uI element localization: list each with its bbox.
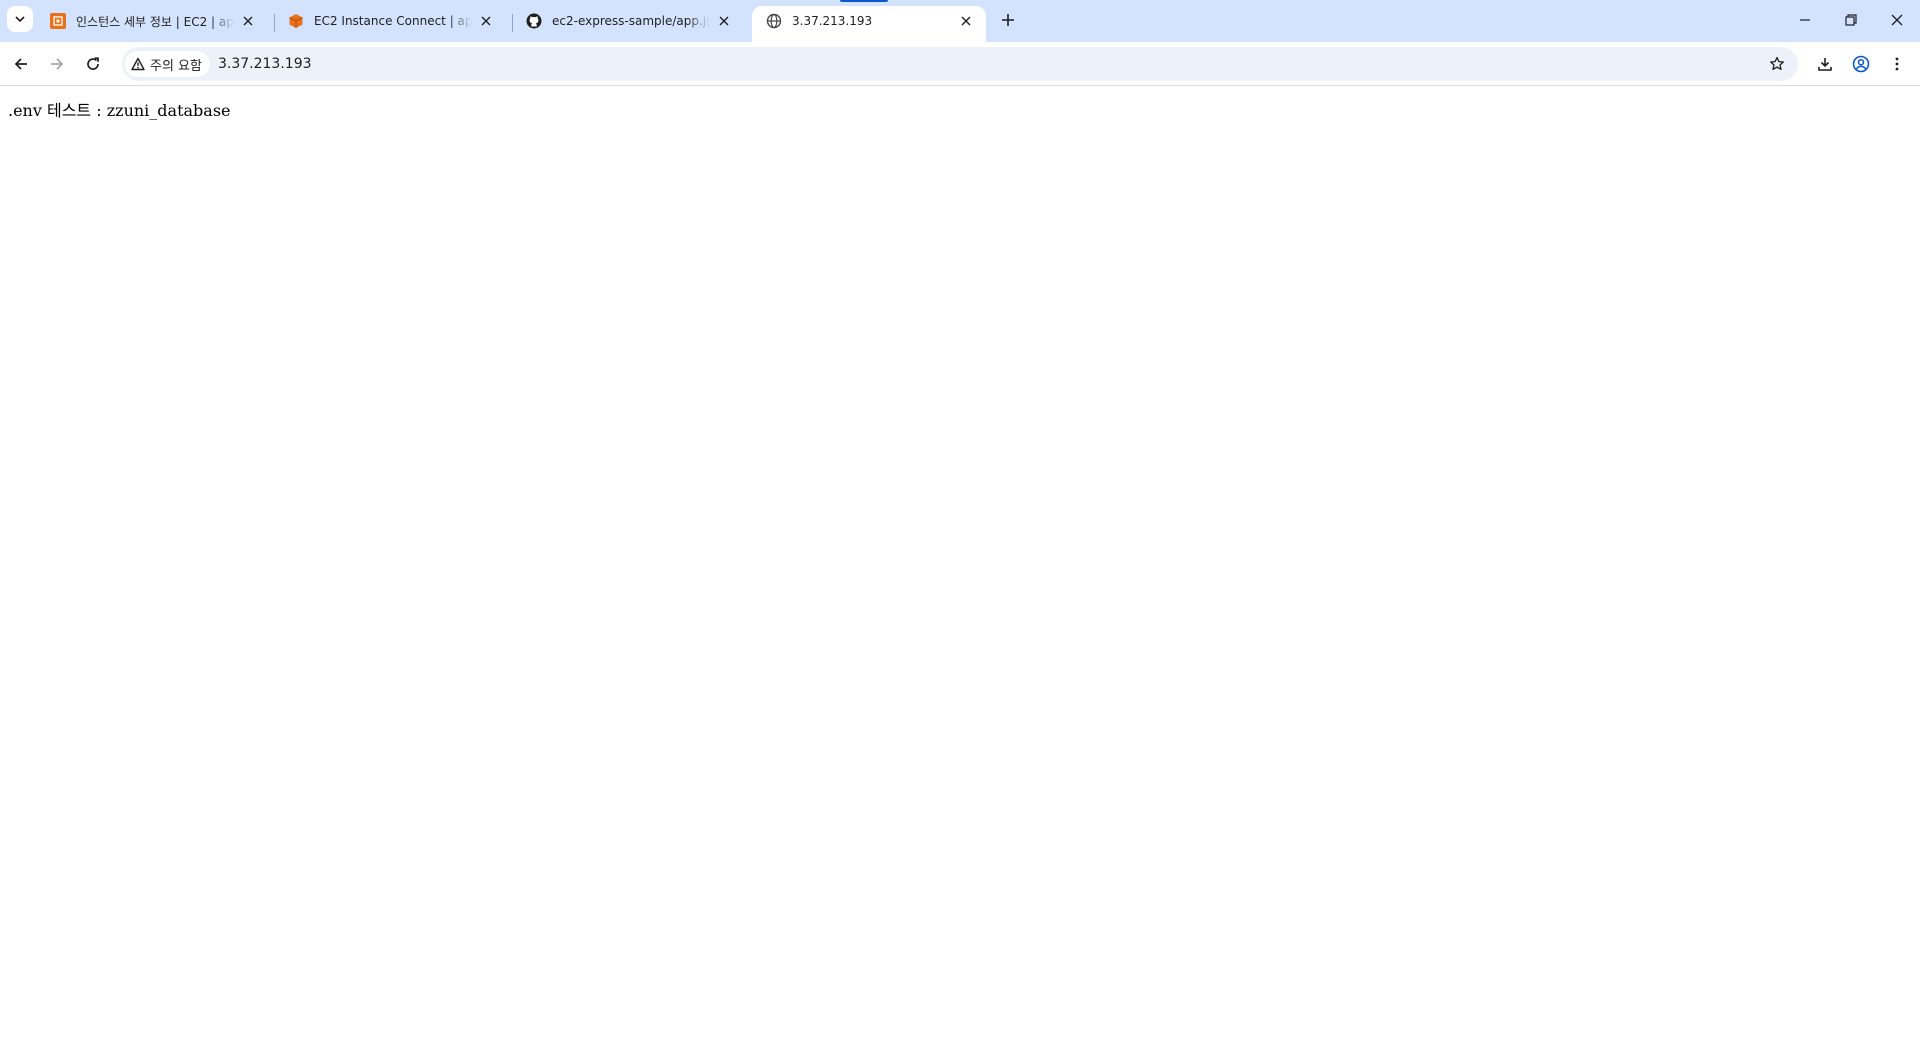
close-tab-icon[interactable] [956,11,976,31]
close-tab-icon[interactable] [238,11,258,31]
warning-icon [131,57,145,71]
account-circle-icon [1852,55,1870,73]
page-content: .env 테스트 : zzuni_database [0,87,1920,1040]
url-text[interactable]: 3.37.213.193 [218,47,312,81]
restore-button[interactable] [1828,0,1874,40]
aws-cube-icon [288,13,304,29]
forward-button[interactable] [41,48,73,80]
tab-active-ip[interactable]: 3.37.213.193 [752,6,986,42]
tab-title: 인스턴스 세부 정보 | EC2 | ap-northeast-2 [76,14,234,29]
close-tab-icon[interactable] [714,11,734,31]
tab-title: 3.37.213.193 [792,14,873,28]
tab-title: ec2-express-sample/app.js at main [552,14,710,28]
bookmark-star-button[interactable] [1762,49,1792,79]
plus-icon [1002,14,1014,26]
menu-button[interactable] [1881,48,1913,80]
tab-ec2-instance-details[interactable]: 인스턴스 세부 정보 | EC2 | ap-northeast-2 [36,6,268,36]
security-chip[interactable]: 주의 요함 [125,51,210,77]
chevron-down-icon [15,16,25,23]
github-icon [526,13,542,29]
address-bar[interactable]: 주의 요함 3.37.213.193 [122,47,1798,81]
tab-title: EC2 Instance Connect | ap-northeast-2 [314,14,472,28]
globe-icon [766,13,782,29]
download-icon [1818,58,1832,71]
tab-github-app-js[interactable]: ec2-express-sample/app.js at main [512,6,744,36]
aws-ec2-icon [50,13,66,29]
close-tab-icon[interactable] [476,11,496,31]
minimize-button[interactable] [1782,0,1828,40]
downloads-button[interactable] [1809,48,1841,80]
browser-toolbar: 주의 요함 3.37.213.193 [0,42,1920,86]
profile-button[interactable] [1845,48,1877,80]
tab-drag-indicator [840,0,888,2]
arrow-left-icon [14,58,27,70]
close-window-button[interactable] [1874,0,1920,40]
close-icon [1891,14,1903,26]
minimize-icon [1800,19,1810,21]
security-chip-label: 주의 요함 [150,58,202,74]
reload-button[interactable] [77,48,109,80]
star-icon [1770,56,1784,71]
tab-search-button[interactable] [7,6,33,32]
tab-ec2-instance-connect[interactable]: EC2 Instance Connect | ap-northeast-2 [274,6,506,36]
new-tab-button[interactable] [994,6,1022,34]
restore-icon [1845,14,1857,26]
tab-strip: 인스턴스 세부 정보 | EC2 | ap-northeast-2 EC2 In… [0,0,1920,42]
arrow-right-icon [51,58,64,70]
more-vert-icon [1895,57,1899,71]
env-test-text: .env 테스트 : zzuni_database [8,101,231,120]
reload-icon [87,57,99,70]
back-button[interactable] [5,48,37,80]
